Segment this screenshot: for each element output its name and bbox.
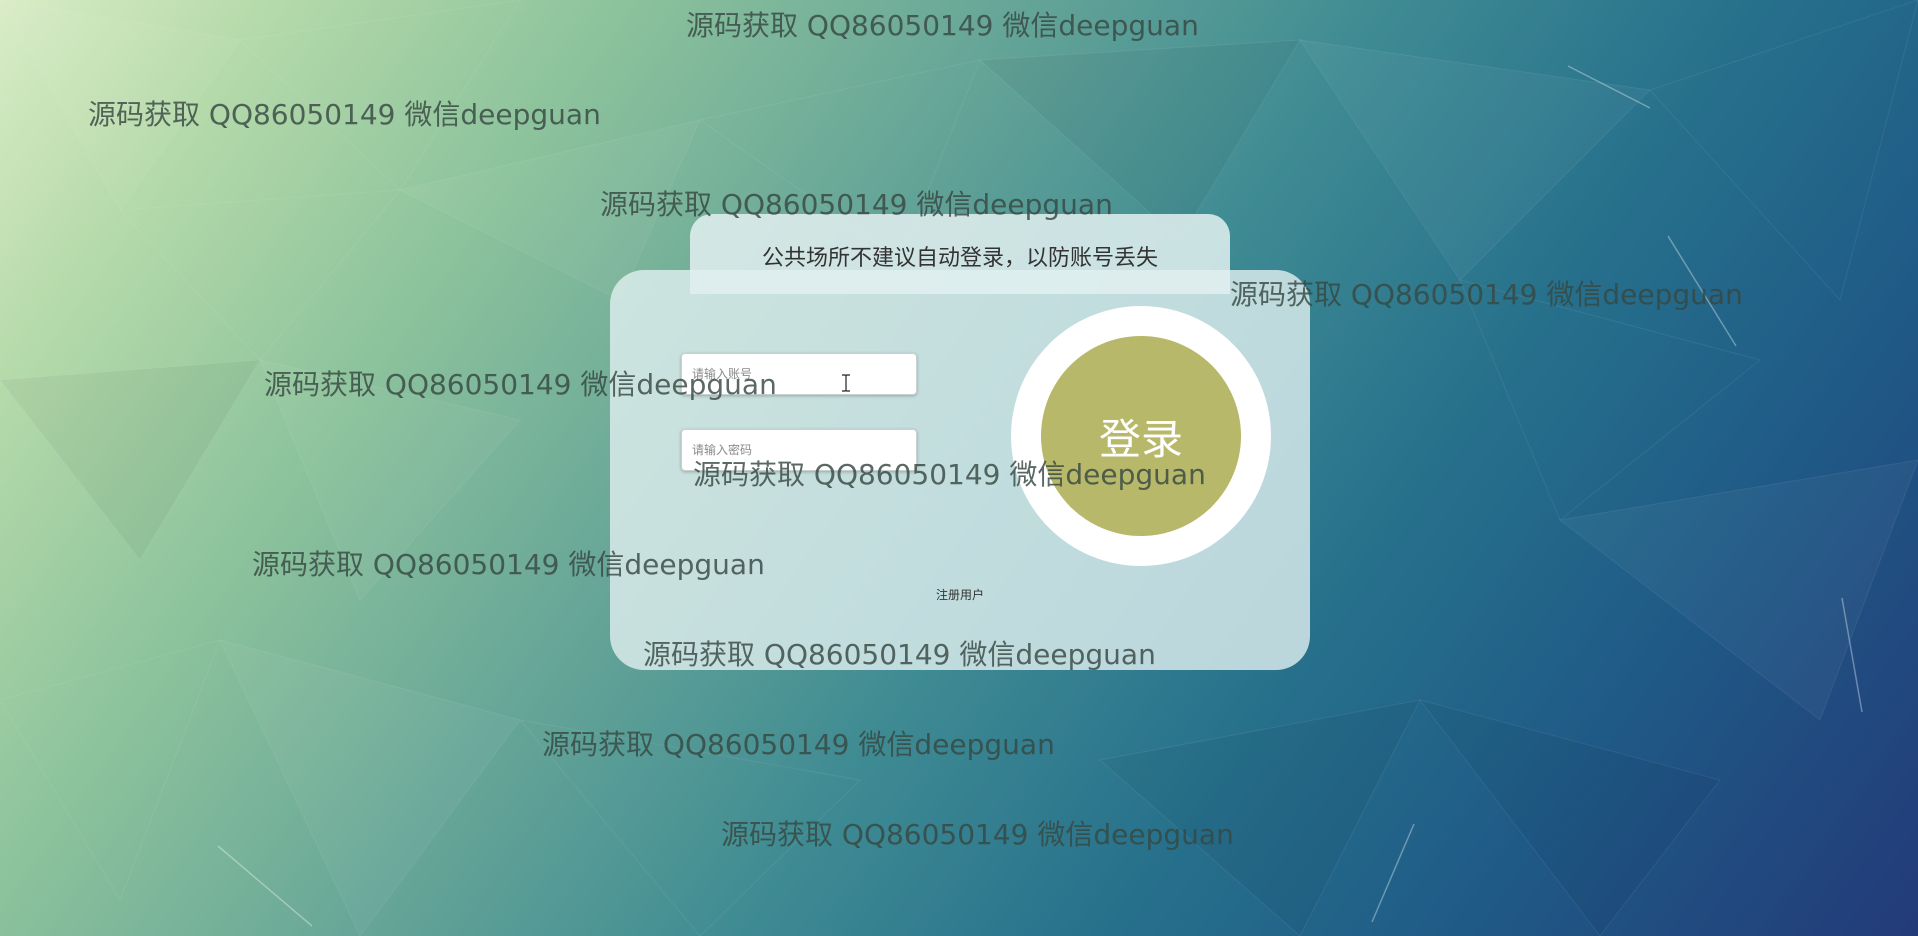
watermark: 源码获取 QQ86050149 微信deepguan [264, 368, 777, 401]
watermark: 源码获取 QQ86050149 微信deepguan [600, 188, 1113, 221]
register-link[interactable]: 注册用户 [610, 586, 1310, 603]
auto-login-tip: 公共场所不建议自动登录，以防账号丢失 [761, 246, 1158, 271]
watermark: 源码获取 QQ86050149 微信deepguan [252, 548, 765, 581]
watermark: 源码获取 QQ86050149 微信deepguan [693, 458, 1206, 491]
watermark: 源码获取 QQ86050149 微信deepguan [686, 9, 1199, 42]
watermark: 源码获取 QQ86050149 微信deepguan [643, 638, 1156, 671]
text-cursor-icon [842, 374, 850, 392]
watermark: 源码获取 QQ86050149 微信deepguan [88, 98, 601, 131]
login-button-ring: 登录 [1011, 306, 1271, 566]
page-background: 公共场所不建议自动登录，以防账号丢失 登录 注册用户 源码获取 QQ860501… [0, 0, 1918, 936]
watermark: 源码获取 QQ86050149 微信deepguan [721, 818, 1234, 851]
login-button[interactable]: 登录 [1041, 336, 1241, 536]
watermark: 源码获取 QQ86050149 微信deepguan [542, 728, 1055, 761]
watermark: 源码获取 QQ86050149 微信deepguan [1230, 278, 1743, 311]
